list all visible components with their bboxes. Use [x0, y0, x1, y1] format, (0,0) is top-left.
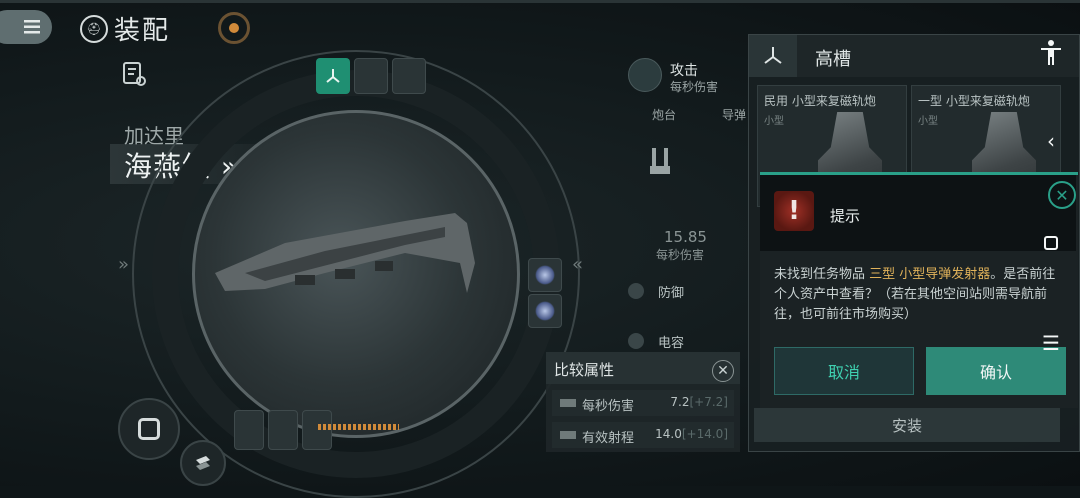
target-icon[interactable]	[218, 12, 250, 44]
high-slot-title: 高槽	[815, 49, 851, 70]
rig-slot-2[interactable]	[528, 294, 562, 328]
page-header: ⛑ 装配	[80, 10, 170, 47]
compare-row-value: 7.2[+7.2]	[670, 395, 728, 409]
turret-icon	[650, 148, 670, 174]
page-title: 装配	[114, 16, 171, 46]
message-text: 未找到任务物品	[774, 267, 870, 282]
attack-icon	[628, 58, 662, 92]
compare-row: 每秒伤害 7.2[+7.2]	[552, 390, 734, 416]
compare-close-button[interactable]: ✕	[712, 360, 734, 382]
low-slot-3[interactable]	[302, 410, 332, 450]
swap-icon	[196, 456, 210, 470]
module-name: 民用 小型来复磁轨炮	[764, 94, 876, 108]
compare-delta: [+7.2]	[689, 395, 728, 409]
warning-icon: !	[774, 191, 814, 231]
compare-row-value: 14.0[+14.0]	[655, 427, 728, 441]
ring-right-arrow[interactable]: «	[572, 254, 583, 275]
compare-row-label: 每秒伤害	[582, 399, 635, 414]
switch-button[interactable]	[180, 440, 226, 486]
capacitor-icon	[628, 333, 644, 349]
high-slot-icon	[326, 69, 340, 83]
attack-label: 攻击	[670, 63, 698, 79]
low-slot-1[interactable]	[234, 410, 264, 450]
compare-row-label: 有效射程	[582, 431, 635, 446]
cancel-button[interactable]: 取消	[774, 347, 914, 395]
capacitor-progress	[318, 424, 399, 430]
module-size: 小型	[918, 116, 938, 127]
dialog-title: 提示	[830, 207, 861, 225]
compare-row: 有效射程 14.0[+14.0]	[552, 422, 734, 448]
system-nav-bar: ‹ ☰	[1022, 0, 1080, 486]
recents-icon[interactable]: ☰	[1038, 330, 1064, 356]
capacitor-label: 电容	[658, 335, 685, 351]
rig-slot-1[interactable]	[528, 258, 562, 292]
module-size: 小型	[764, 116, 784, 127]
defense-label: 防御	[658, 285, 685, 301]
ship-viewport[interactable]	[192, 110, 520, 438]
message-item-highlight: 三型 小型导弹发射器	[869, 267, 991, 282]
notes-icon[interactable]	[120, 60, 148, 88]
turret-column-header: 炮台	[652, 108, 677, 122]
fitted-module-slot-1[interactable]	[354, 58, 388, 94]
dps-value: 15.85	[664, 228, 707, 246]
compare-panel: 比较属性 ✕ 每秒伤害 7.2[+7.2] 有效射程 14.0[+14.0]	[546, 352, 740, 452]
fitted-module-slot-2[interactable]	[392, 58, 426, 94]
fitting-icon: ⛑	[80, 14, 108, 43]
high-slot-icon	[764, 47, 782, 64]
high-slot-header-tab[interactable]	[749, 35, 797, 77]
dps-label: 每秒伤害	[656, 248, 705, 262]
missile-column-header: 导弹	[722, 108, 747, 122]
ship-view-button[interactable]	[118, 398, 180, 460]
menu-button[interactable]	[0, 10, 52, 44]
low-slot-2[interactable]	[268, 410, 298, 450]
high-slot-tab[interactable]	[316, 58, 350, 94]
compare-value: 7.2	[670, 395, 690, 409]
frame-icon	[138, 418, 160, 440]
home-icon[interactable]	[1038, 230, 1064, 256]
defense-row[interactable]: 防御	[628, 276, 748, 306]
top-edge	[0, 0, 1080, 3]
menu-icon	[24, 20, 40, 34]
range-icon	[560, 431, 576, 439]
home-square	[1044, 236, 1058, 250]
ring-left-arrow[interactable]: »	[118, 254, 129, 275]
dps-icon	[560, 399, 576, 407]
module-name: 一型 小型来复磁轨炮	[918, 94, 1030, 108]
ship-model	[215, 213, 475, 293]
back-icon[interactable]: ‹	[1038, 128, 1064, 154]
install-button[interactable]: 安装	[754, 408, 1060, 442]
compare-value: 14.0	[655, 427, 682, 441]
compare-delta: [+14.0]	[681, 427, 728, 441]
shield-icon	[628, 283, 644, 299]
compare-title: 比较属性	[554, 361, 615, 379]
attack-sub-label: 每秒伤害	[670, 80, 719, 94]
dialog-message: 未找到任务物品 三型 小型导弹发射器。是否前往个人资产中查看？（若在其他空间站则…	[774, 265, 1064, 325]
